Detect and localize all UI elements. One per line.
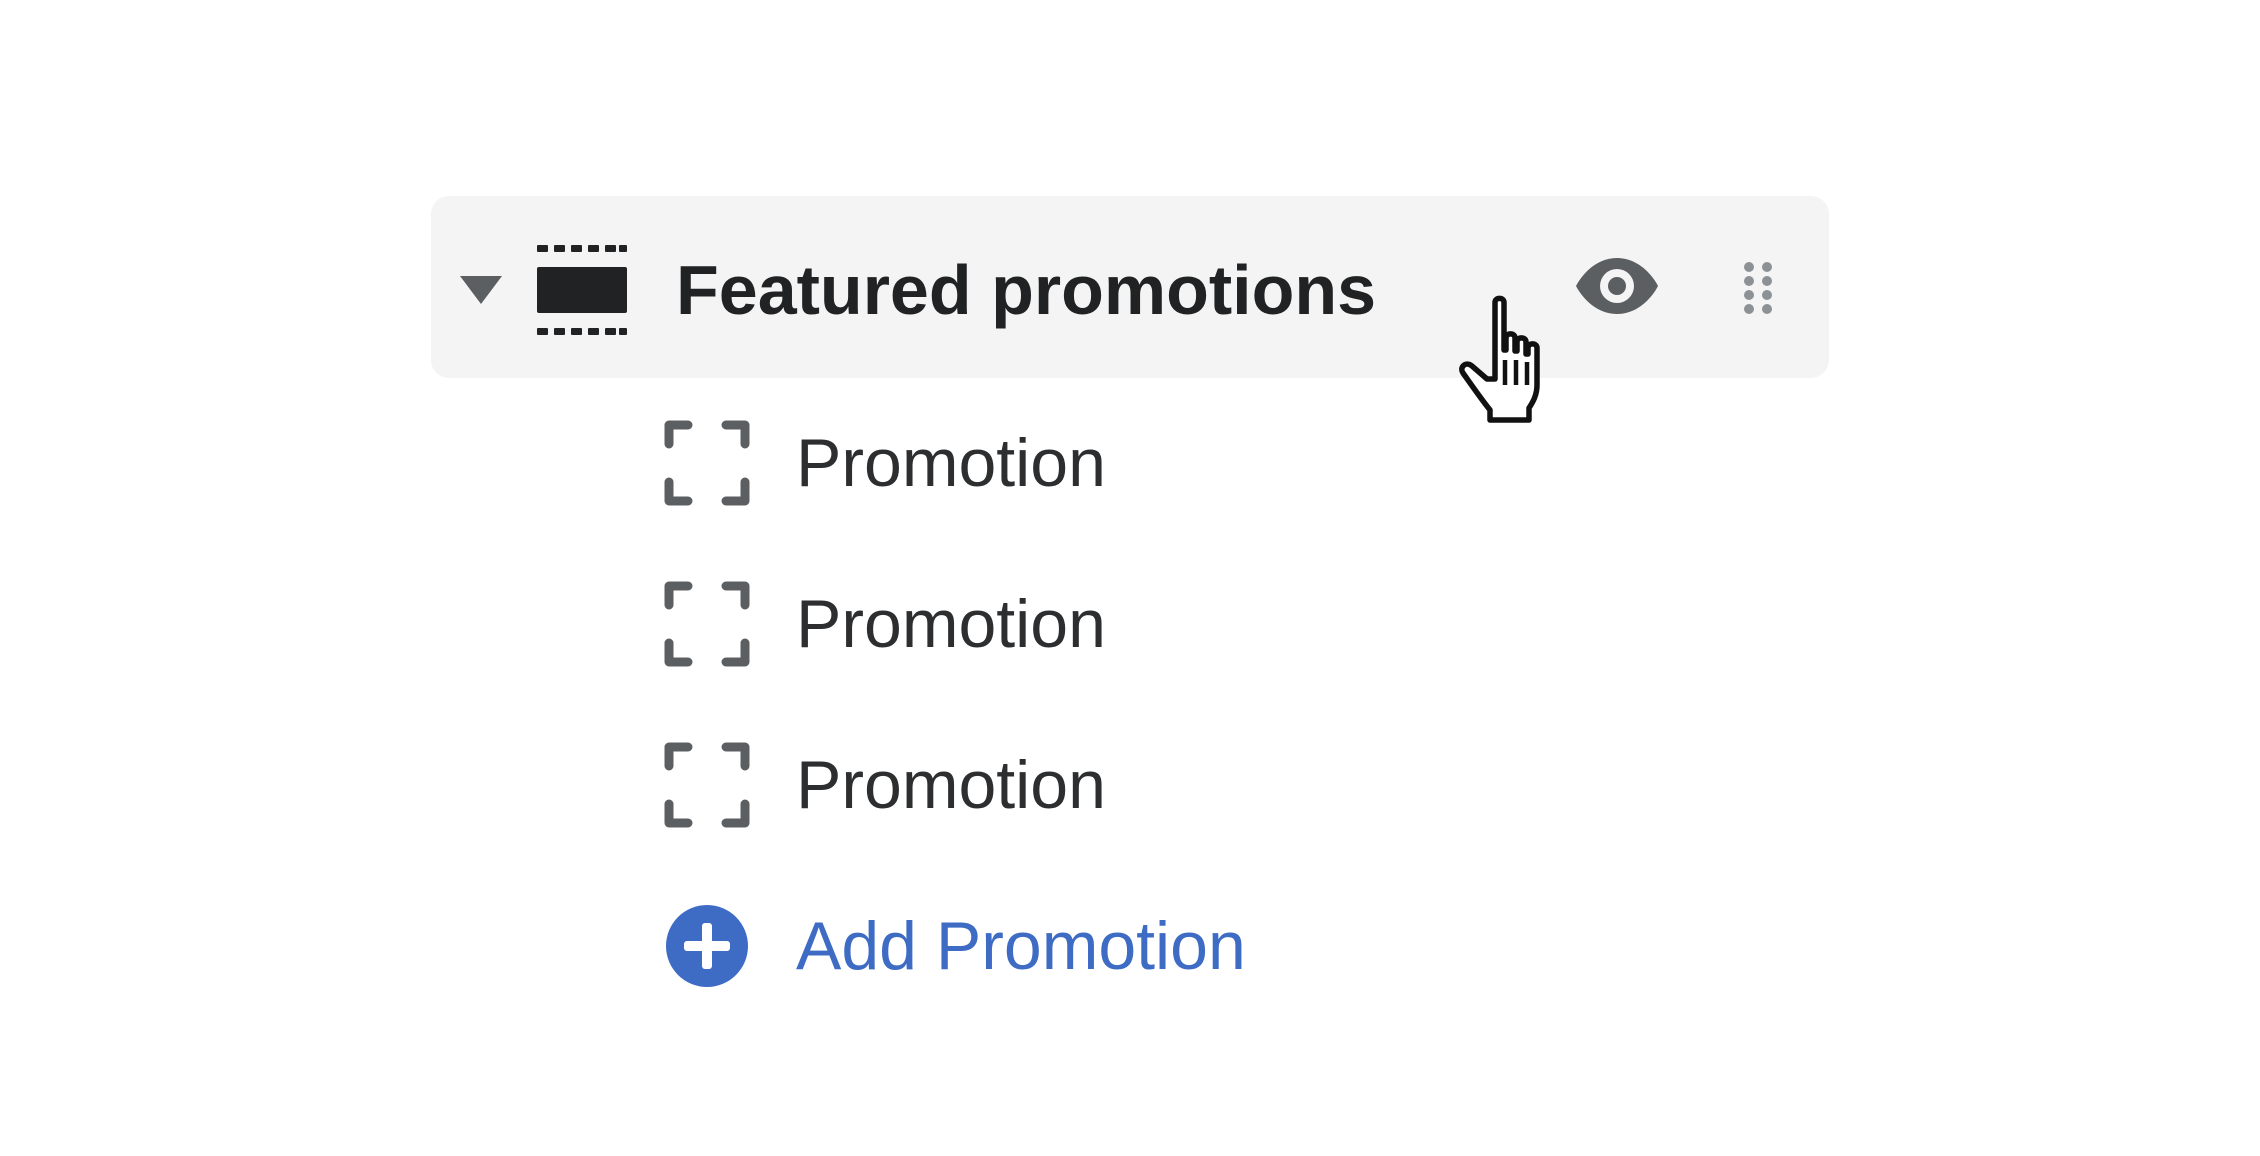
- section-title: Featured promotions: [676, 251, 1377, 329]
- add-promotion-button[interactable]: Add Promotion: [664, 903, 1464, 989]
- block-dashed-icon: [664, 742, 750, 828]
- block-label: Promotion: [796, 747, 1106, 823]
- caret-down-icon[interactable]: [460, 276, 502, 306]
- block-item[interactable]: Promotion: [664, 581, 1364, 667]
- block-label: Promotion: [796, 586, 1106, 662]
- drag-handle-icon[interactable]: [1740, 260, 1776, 316]
- block-dashed-icon: [664, 420, 750, 506]
- eye-icon[interactable]: [1574, 250, 1660, 322]
- block-dashed-icon: [664, 581, 750, 667]
- add-promotion-label: Add Promotion: [796, 908, 1246, 984]
- block-item[interactable]: Promotion: [664, 742, 1364, 828]
- plus-circle-icon: [664, 903, 750, 989]
- block-label: Promotion: [796, 425, 1106, 501]
- section-template-icon: [535, 243, 629, 337]
- block-item[interactable]: Promotion: [664, 420, 1364, 506]
